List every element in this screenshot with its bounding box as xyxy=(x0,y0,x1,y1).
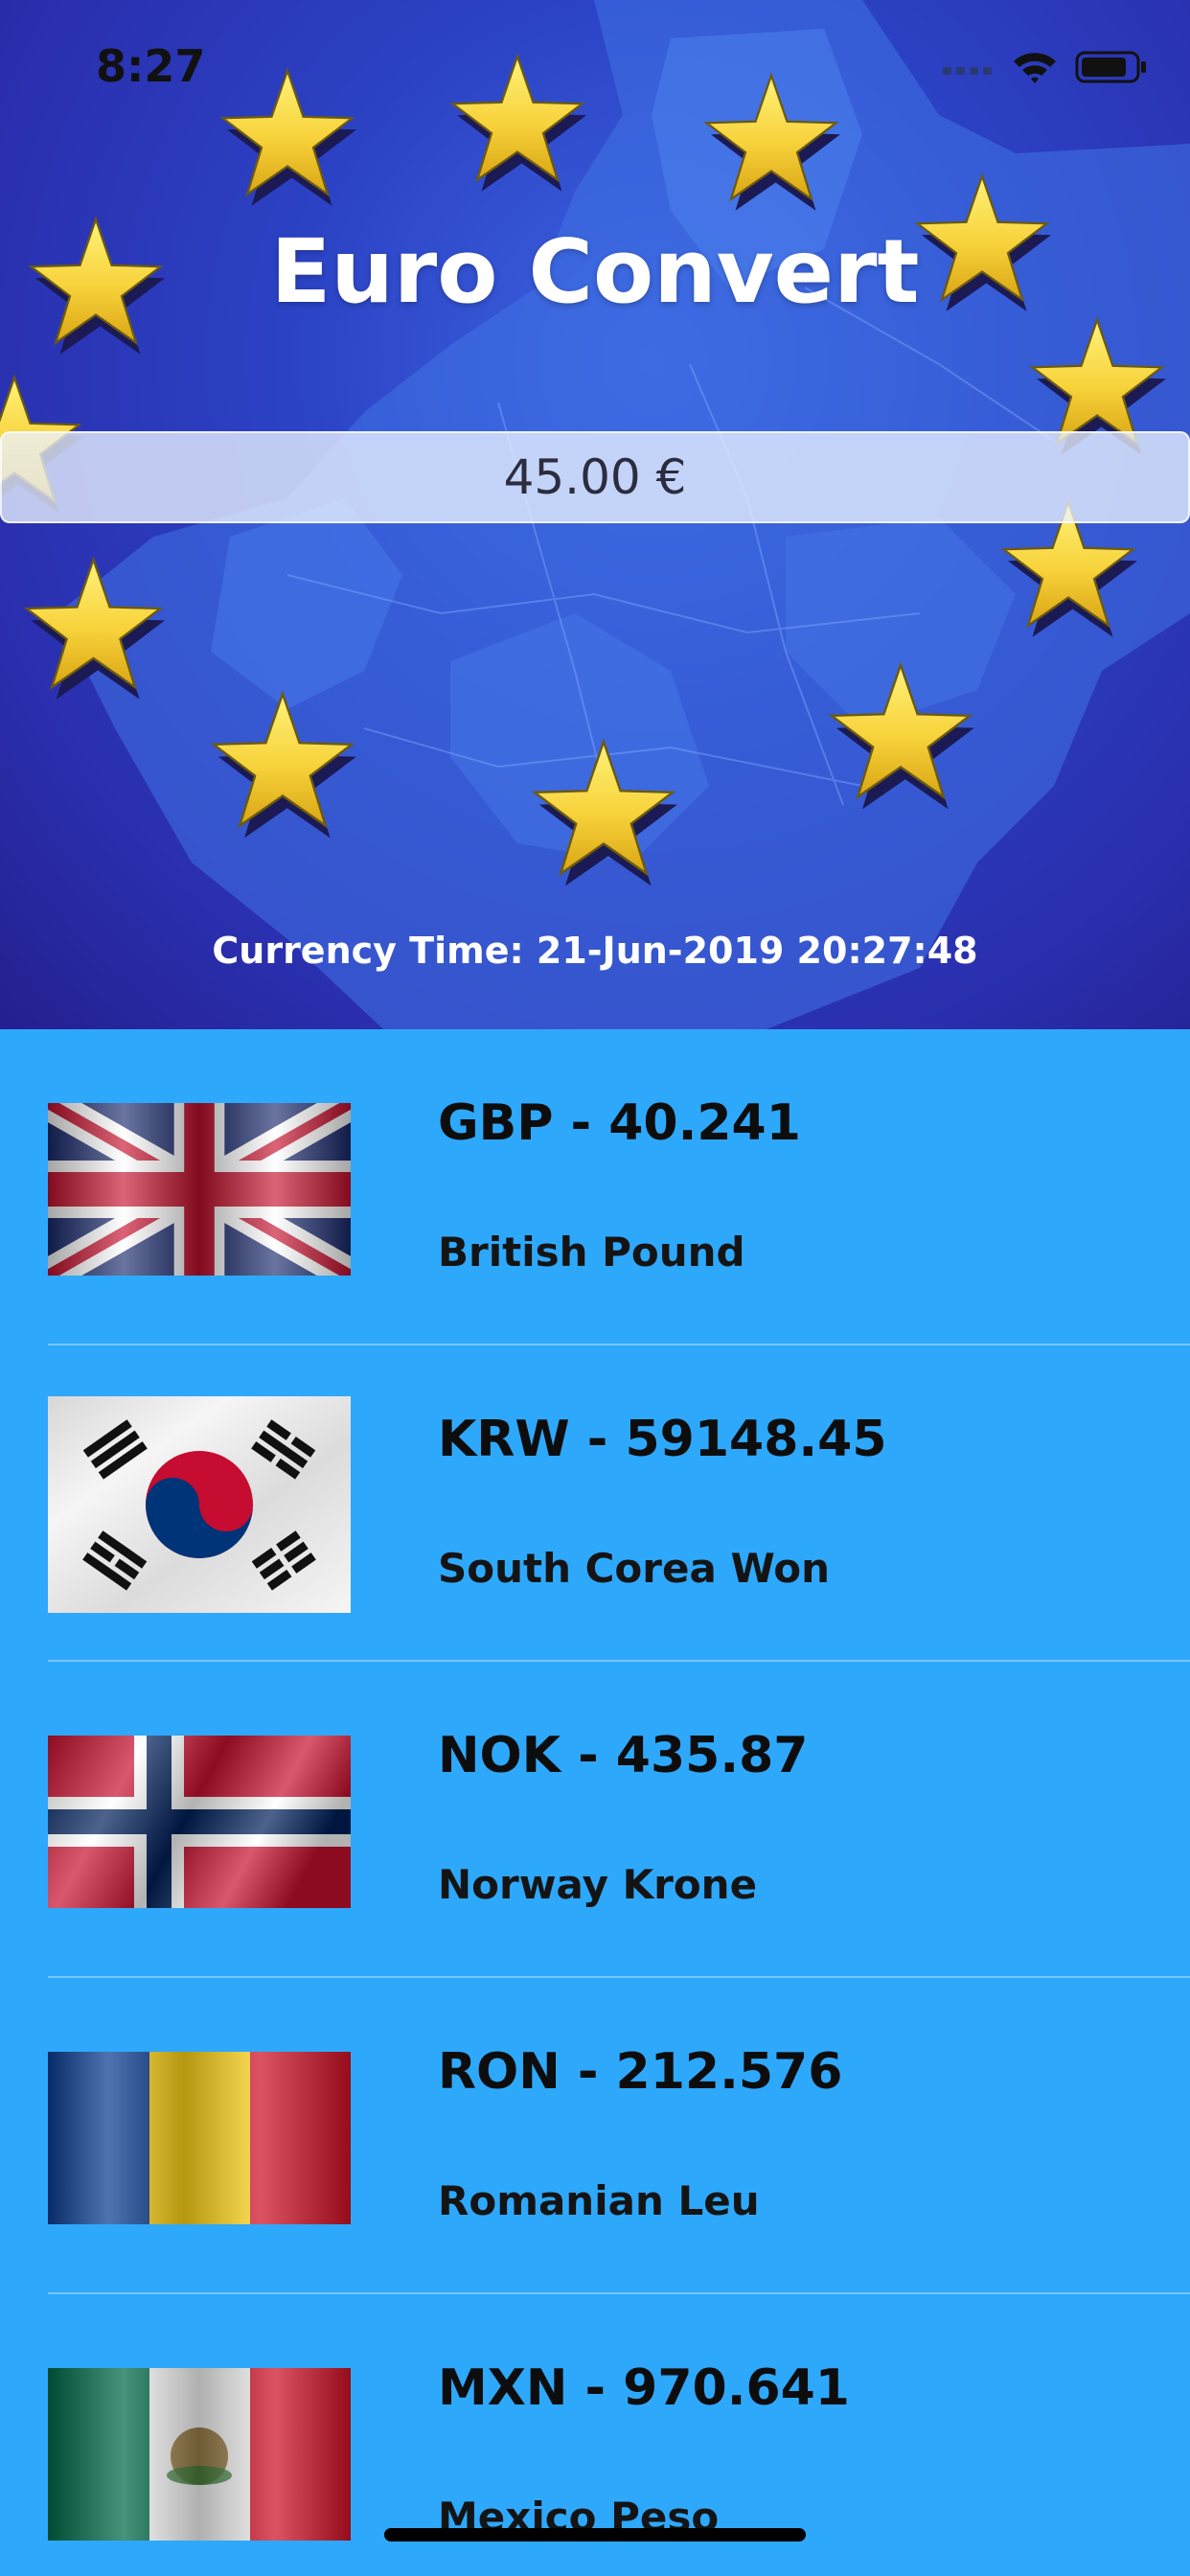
list-item[interactable]: NOK - 435.87 Norway Krone xyxy=(0,1662,1190,1978)
cellular-signal-icon xyxy=(943,67,992,75)
status-icons xyxy=(943,50,1148,84)
header-banner: 8:27 Euro Convert Currency Time: 21-Jun-… xyxy=(0,0,1190,1029)
status-bar: 8:27 xyxy=(0,0,1190,134)
battery-icon xyxy=(1075,51,1146,83)
norway-flag-icon xyxy=(48,1736,351,1908)
currency-code-rate: RON - 212.576 xyxy=(438,2043,843,2101)
status-time: 8:27 xyxy=(96,40,206,92)
south-korea-flag-icon xyxy=(48,1396,351,1613)
home-indicator[interactable] xyxy=(384,2528,806,2542)
currency-code-rate: NOK - 435.87 xyxy=(438,1727,809,1784)
app-title: Euro Convert xyxy=(270,220,920,323)
uk-flag-icon xyxy=(48,1103,351,1276)
currency-name: Romanian Leu xyxy=(438,2177,760,2224)
currency-code-rate: GBP - 40.241 xyxy=(438,1094,801,1152)
mexico-flag-icon xyxy=(48,2368,351,2541)
currency-code-rate: KRW - 59148.45 xyxy=(438,1411,887,1468)
euro-amount-input[interactable] xyxy=(0,431,1190,523)
list-item[interactable]: GBP - 40.241 British Pound xyxy=(0,1029,1190,1346)
romania-flag-icon xyxy=(48,2052,351,2224)
currency-name: British Pound xyxy=(438,1229,745,1276)
currency-name: Norway Krone xyxy=(438,1861,758,1908)
list-item[interactable]: RON - 212.576 Romanian Leu xyxy=(0,1978,1190,2294)
currency-name: South Corea Won xyxy=(438,1545,831,1592)
list-item[interactable]: KRW - 59148.45 South Corea Won xyxy=(0,1346,1190,1662)
wifi-icon xyxy=(1014,53,1056,83)
currency-time-label: Currency Time: 21-Jun-2019 20:27:48 xyxy=(212,930,978,972)
currency-list[interactable]: GBP - 40.241 British Pound KRW - 59148.4… xyxy=(0,1029,1190,2576)
currency-code-rate: MXN - 970.641 xyxy=(438,2359,850,2417)
